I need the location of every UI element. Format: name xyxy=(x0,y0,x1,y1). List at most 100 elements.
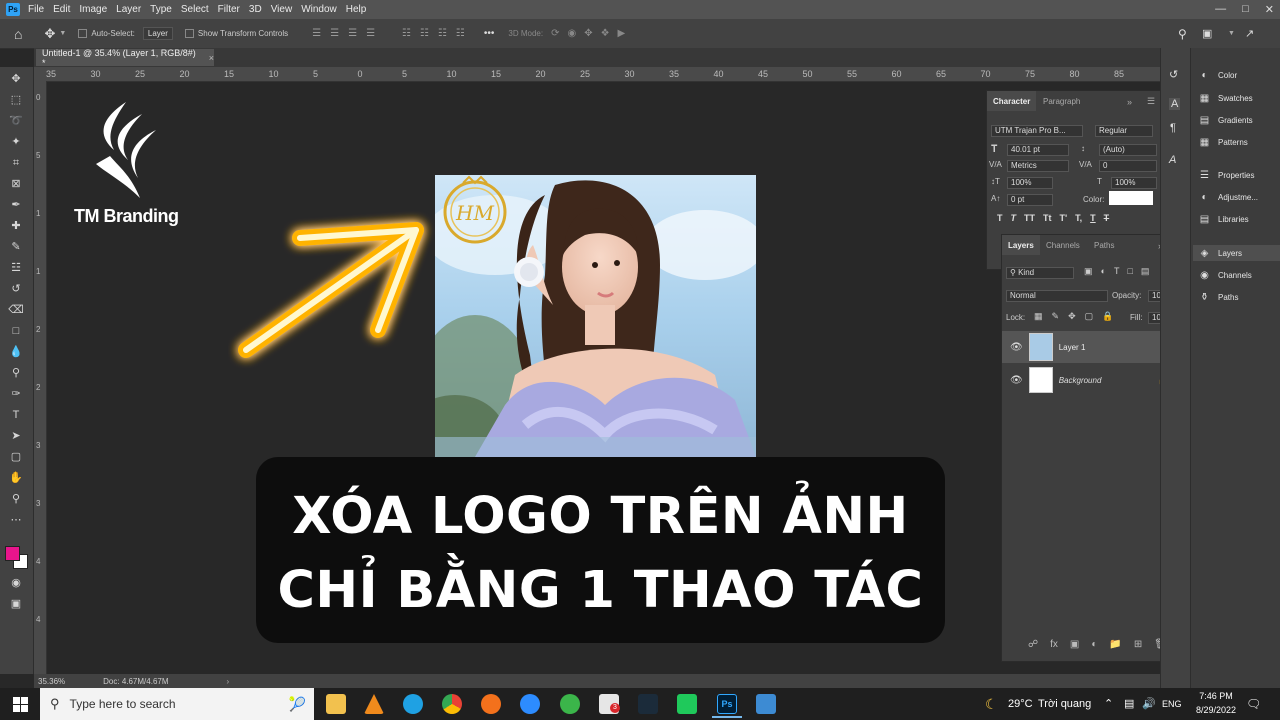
foreground-color-swatch[interactable] xyxy=(5,546,20,561)
tab-paragraph[interactable]: Paragraph xyxy=(1037,91,1086,111)
type-filter-icon[interactable]: T xyxy=(1114,266,1120,277)
character-icon[interactable]: A xyxy=(1169,98,1181,110)
lasso-tool-icon[interactable]: ➰ xyxy=(8,113,24,129)
link-layers-icon[interactable]: ☍ xyxy=(1028,639,1038,650)
eraser-tool-icon[interactable]: ⌫ xyxy=(8,302,24,318)
weather-text[interactable]: Trời quang xyxy=(1038,698,1091,710)
menu-3d[interactable]: 3D xyxy=(249,4,262,15)
crop-tool-icon[interactable]: ⌗ xyxy=(8,155,24,171)
text-color-swatch[interactable] xyxy=(1109,191,1153,205)
paragraph-icon[interactable]: ¶ xyxy=(1170,122,1176,134)
layer-row[interactable]: 👁 Background 🔒 xyxy=(1002,364,1177,396)
glyphs-icon[interactable]: A xyxy=(1169,154,1176,166)
faux-bold-button[interactable]: T xyxy=(997,213,1003,223)
small-caps-button[interactable]: Tt xyxy=(1043,213,1052,223)
search-icon[interactable]: ⚲ xyxy=(1178,27,1187,41)
align-icons[interactable]: ☰☰☰☰ xyxy=(312,28,384,39)
visibility-eye-icon[interactable]: 👁 xyxy=(1010,375,1023,386)
photo-canvas[interactable]: HM xyxy=(435,175,756,457)
zoom-tool-icon[interactable]: ⚲ xyxy=(8,491,24,507)
menu-help[interactable]: Help xyxy=(346,4,367,15)
shape-filter-icon[interactable]: □ xyxy=(1127,266,1132,277)
photoshop-taskbar-icon[interactable]: Ps xyxy=(717,694,737,714)
strikethrough-button[interactable]: T xyxy=(1104,213,1110,223)
more-options-button[interactable]: ••• xyxy=(484,28,495,39)
gradient-tool-icon[interactable]: □ xyxy=(8,323,24,339)
language-indicator[interactable]: ENG xyxy=(1162,699,1182,709)
tab-character[interactable]: Character xyxy=(987,91,1037,111)
layer-filter-icons[interactable]: ▣ ◐ T □ ▤ xyxy=(1084,266,1149,277)
type-tool-icon[interactable]: T xyxy=(8,407,24,423)
history-icon[interactable]: ↺ xyxy=(1169,68,1178,81)
history-brush-icon[interactable]: ↺ xyxy=(8,281,24,297)
camtasia-icon[interactable] xyxy=(677,694,697,714)
new-group-icon[interactable]: 📁 xyxy=(1109,639,1121,650)
lock-position-icon[interactable]: ✥ xyxy=(1068,311,1076,322)
windows-start-icon[interactable] xyxy=(0,696,40,712)
dock-adjustments[interactable]: ◐ Adjustme... xyxy=(1199,192,1258,203)
stamp-tool-icon[interactable]: ☳ xyxy=(8,260,24,276)
new-layer-icon[interactable]: ⊞ xyxy=(1134,639,1142,650)
tab-channels[interactable]: Channels xyxy=(1040,235,1086,255)
tray-chevron-icon[interactable]: ⌃ xyxy=(1104,697,1113,710)
search-highlight-icon[interactable]: 🎾 xyxy=(289,696,306,713)
path-select-icon[interactable]: ➤ xyxy=(8,428,24,444)
screen-mode-icon[interactable]: ▣ xyxy=(8,596,24,612)
menu-layer[interactable]: Layer xyxy=(116,4,141,15)
dock-gradients[interactable]: ▤ Gradients xyxy=(1199,115,1253,126)
pen-tool-icon[interactable]: ✑ xyxy=(8,386,24,402)
kerning-field[interactable]: Metrics xyxy=(1007,160,1069,172)
eyedropper-icon[interactable]: ✒ xyxy=(8,197,24,213)
panel-menu-icon[interactable]: ☰ xyxy=(1147,96,1155,107)
faux-italic-button[interactable]: T xyxy=(1011,213,1017,223)
network-icon[interactable]: ▤ xyxy=(1124,697,1134,710)
edge-icon[interactable] xyxy=(403,694,423,714)
smart-filter-icon[interactable]: ▤ xyxy=(1141,266,1150,277)
dock-color[interactable]: ◐ Color xyxy=(1199,70,1237,81)
status-chevron-icon[interactable]: › xyxy=(227,677,230,686)
visibility-eye-icon[interactable]: 👁 xyxy=(1010,342,1023,353)
minimize-icon[interactable]: — xyxy=(1215,3,1226,16)
zoom-level[interactable]: 35.36% xyxy=(38,677,65,686)
underline-button[interactable]: T xyxy=(1090,213,1096,223)
leading-field[interactable]: (Auto) xyxy=(1099,144,1157,156)
healing-brush-icon[interactable]: ✚ xyxy=(8,218,24,234)
layer-mask-icon[interactable]: ▣ xyxy=(1070,639,1079,650)
pixel-filter-icon[interactable]: ▣ xyxy=(1084,266,1093,277)
move-tool-icon[interactable]: ✥ xyxy=(8,71,24,87)
dock-patterns[interactable]: ▦ Patterns xyxy=(1199,137,1248,148)
lock-artboard-icon[interactable]: ▢ xyxy=(1085,311,1094,322)
layer-name[interactable]: Background xyxy=(1059,376,1102,385)
menu-filter[interactable]: Filter xyxy=(218,4,240,15)
adjustment-layer-icon[interactable]: ◐ xyxy=(1091,639,1097,650)
document-tab[interactable]: Untitled-1 @ 35.4% (Layer 1, RGB/8#) * × xyxy=(36,48,214,68)
more-tools-icon[interactable]: ⋯ xyxy=(8,512,24,528)
move-tool-icon[interactable]: ✥ xyxy=(44,26,55,42)
menu-image[interactable]: Image xyxy=(79,4,107,15)
clock-date[interactable]: 8/29/2022 xyxy=(1192,705,1240,715)
auto-select-dropdown[interactable]: Layer xyxy=(142,27,173,40)
layer-name[interactable]: Layer 1 xyxy=(1059,343,1086,352)
horizontal-scale-field[interactable]: 100% xyxy=(1111,177,1157,189)
menu-file[interactable]: File xyxy=(28,4,44,15)
file-explorer-icon[interactable] xyxy=(326,694,346,714)
dock-properties[interactable]: ☰ Properties xyxy=(1199,170,1254,181)
close-tab-icon[interactable]: × xyxy=(209,53,214,63)
volume-icon[interactable]: 🔊 xyxy=(1142,697,1156,710)
distribute-icons[interactable]: ☷☷☷☷ xyxy=(402,28,474,39)
maximize-icon[interactable]: □ xyxy=(1242,3,1249,16)
hand-tool-icon[interactable]: ✋ xyxy=(8,470,24,486)
clock-time[interactable]: 7:46 PM xyxy=(1196,691,1236,701)
marquee-tool-icon[interactable]: ⬚ xyxy=(8,92,24,108)
adjustment-filter-icon[interactable]: ◐ xyxy=(1101,266,1106,277)
tab-layers[interactable]: Layers xyxy=(1002,235,1040,255)
capcut-icon[interactable] xyxy=(638,694,658,714)
magic-wand-icon[interactable]: ✦ xyxy=(8,134,24,150)
share-icon[interactable]: ↗ xyxy=(1245,27,1254,40)
menu-type[interactable]: Type xyxy=(150,4,172,15)
lock-transparent-icon[interactable]: ▦ xyxy=(1034,311,1043,322)
font-family-select[interactable]: UTM Trajan Pro B... xyxy=(991,125,1083,137)
zoom-app-icon[interactable] xyxy=(520,694,540,714)
notifications-icon[interactable]: 🗨 xyxy=(1246,697,1261,711)
layer-filter-select[interactable]: ⚲ Kind xyxy=(1006,267,1074,279)
